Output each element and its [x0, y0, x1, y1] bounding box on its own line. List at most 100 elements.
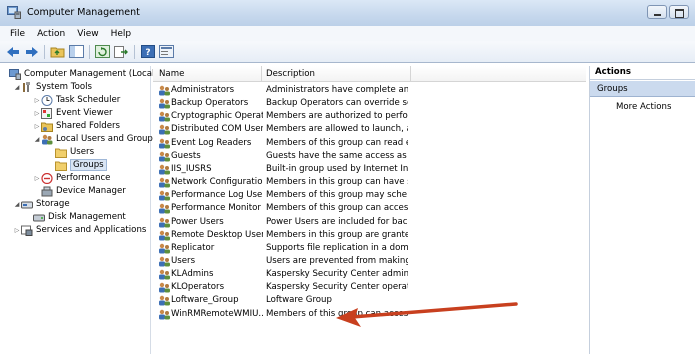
collapse-icon[interactable]: ◢ [13, 201, 21, 208]
group-name: IIS_IUSRS [171, 163, 212, 174]
table-row[interactable]: Guests Guests have the same access as m..… [153, 151, 583, 163]
annotation-arrow [336, 302, 518, 327]
tree-item-shared-folders[interactable]: ▷ Shared Folders [33, 120, 120, 132]
group-icon [159, 138, 170, 149]
group-name: Administrators [171, 85, 235, 95]
expand-icon[interactable]: ▷ [33, 97, 41, 104]
help-icon[interactable]: ? [139, 44, 156, 60]
menu-view[interactable]: View [71, 29, 104, 39]
table-row[interactable]: Performance Log Users Members of this gro… [153, 190, 583, 202]
menu-help[interactable]: Help [105, 29, 138, 39]
tree-item-local-users-groups[interactable]: ◢ Local Users and Groups [33, 133, 157, 145]
expand-icon[interactable]: ▷ [33, 123, 41, 130]
group-icon [159, 151, 170, 162]
group-icon [159, 296, 170, 306]
expand-icon[interactable]: ▷ [33, 110, 41, 117]
table-row[interactable]: Administrators Administrators have comple… [153, 85, 583, 97]
minimize-button[interactable] [647, 5, 667, 19]
group-name: Power Users [171, 216, 224, 227]
table-row[interactable]: Replicator Supports file replication in a… [153, 243, 583, 255]
tree-item-users[interactable]: Users [55, 146, 94, 158]
properties-icon[interactable] [158, 44, 175, 60]
expand-icon[interactable]: ▷ [13, 227, 21, 234]
tree-item-root[interactable]: Computer Management (Local [9, 68, 154, 80]
table-row[interactable]: Network Configuratio... Members in this g… [153, 177, 583, 189]
table-row[interactable]: Event Log Readers Members of this group c… [153, 138, 583, 150]
maximize-button[interactable] [669, 5, 689, 19]
group-description: Members of this group can read e... [266, 137, 408, 148]
group-name: Replicator [171, 242, 215, 253]
tree-item-performance[interactable]: ▷ Performance [33, 172, 110, 184]
table-row[interactable]: Cryptographic Operat... Members are autho… [153, 111, 583, 123]
tree-item-storage[interactable]: ◢ Storage [13, 198, 70, 210]
group-icon [159, 256, 170, 267]
up-folder-icon[interactable] [49, 44, 66, 60]
group-description: Members of this group can acces... [266, 203, 408, 214]
group-description: Members of this group may sche... [266, 190, 408, 201]
tree-item-disk-management[interactable]: Disk Management [33, 211, 126, 223]
group-name: Loftware_Group [171, 295, 239, 306]
toolbar-separator [134, 44, 135, 59]
table-row[interactable]: Remote Desktop Users Members in this grou… [153, 230, 583, 242]
more-actions-link[interactable]: More Actions [616, 102, 671, 112]
actions-group-groups[interactable]: Groups [590, 81, 695, 97]
table-row[interactable]: Users Users are prevented from making ... [153, 256, 583, 268]
menu-bar: File Action View Help [0, 26, 695, 41]
group-icon [159, 112, 170, 122]
table-row[interactable]: Power Users Power Users are included for … [153, 217, 583, 229]
menu-file[interactable]: File [4, 29, 31, 39]
column-header-description[interactable]: Description [266, 69, 315, 79]
group-icon [159, 85, 170, 96]
group-description: Members are authorized to perfor... [266, 111, 408, 122]
group-icon [159, 177, 170, 188]
group-description: Kaspersky Security Center admini... [266, 269, 408, 280]
tree-item-task-scheduler[interactable]: ▷ Task Scheduler [33, 94, 120, 106]
table-row[interactable]: Backup Operators Backup Operators can ove… [153, 98, 583, 110]
group-name: Event Log Readers [171, 137, 252, 148]
group-description: Members in this group can have s... [266, 177, 408, 188]
menu-action[interactable]: Action [31, 29, 71, 39]
column-header-name[interactable]: Name [159, 69, 184, 79]
group-name: Performance Monitor ... [171, 203, 263, 214]
tree-item-label: Shared Folders [56, 121, 121, 131]
table-row[interactable]: Performance Monitor ... Members of this g… [153, 203, 583, 215]
table-row[interactable]: IIS_IUSRS Built-in group used by Internet… [153, 164, 583, 176]
collapse-icon[interactable]: ◢ [33, 136, 41, 143]
group-description: Supports file replication in a dom... [266, 242, 408, 253]
group-icon [159, 217, 170, 227]
group-name: Backup Operators [171, 98, 249, 109]
refresh-icon[interactable] [94, 44, 111, 60]
tree-item-groups[interactable]: Groups [55, 159, 107, 171]
toolbar-separator [89, 44, 90, 59]
users-group-icon [42, 134, 53, 144]
table-row[interactable]: Distributed COM Users Members are allowed… [153, 124, 583, 136]
group-description: Backup Operators can override se... [266, 98, 408, 109]
disk-icon [33, 214, 45, 221]
forward-icon[interactable] [23, 44, 40, 60]
show-hide-tree-icon[interactable] [68, 44, 85, 60]
column-separator[interactable] [261, 66, 262, 82]
folder-icon [55, 148, 67, 158]
actions-pane: Actions Groups More Actions [589, 66, 695, 354]
table-row[interactable]: KLAdmins Kaspersky Security Center admini… [153, 269, 583, 281]
table-row[interactable]: KLOperators Kaspersky Security Center ope… [153, 282, 583, 294]
expand-icon[interactable]: ▷ [33, 175, 41, 182]
tree-item-device-manager[interactable]: Device Manager [41, 185, 126, 197]
tree-item-label: Local Users and Groups [56, 134, 158, 144]
device-manager-icon [41, 186, 53, 196]
tree-item-label: Storage [36, 199, 70, 209]
group-description: Administrators have complete an... [266, 85, 408, 95]
tree-item-label: Task Scheduler [56, 95, 121, 105]
export-list-icon[interactable] [113, 44, 130, 60]
tree-item-event-viewer[interactable]: ▷ Event Viewer [33, 107, 113, 119]
group-icon [159, 125, 170, 135]
tree-item-label: Groups [70, 159, 107, 171]
collapse-icon[interactable]: ◢ [13, 84, 21, 91]
computer-management-icon [7, 6, 21, 19]
tree-item-label: Users [70, 147, 95, 157]
tree-item-system-tools[interactable]: ◢ System Tools [13, 81, 92, 93]
back-icon[interactable] [4, 44, 21, 60]
tree-item-services-apps[interactable]: ▷ Services and Applications [13, 224, 146, 236]
group-icon [159, 98, 170, 109]
column-separator[interactable] [410, 66, 411, 82]
